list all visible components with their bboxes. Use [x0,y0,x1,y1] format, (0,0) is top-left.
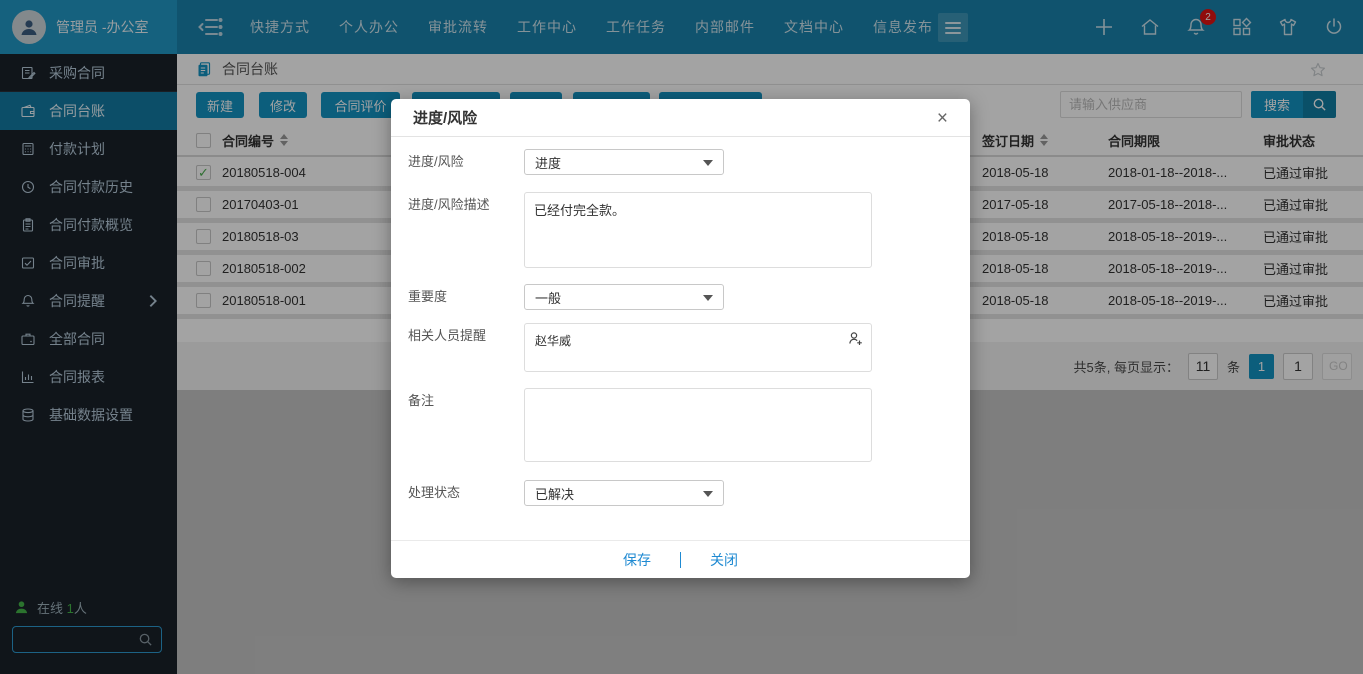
footer-divider [680,552,681,568]
type-select[interactable]: 进度 [524,149,724,175]
dialog-footer: 保存 关闭 [391,540,970,578]
importance-select-value: 一般 [535,288,561,307]
description-textarea[interactable]: 已经付完全款。 [524,192,872,268]
dialog-title: 进度/风险 [413,107,477,128]
field-label-remark: 备注 [408,388,524,462]
remark-textarea[interactable] [524,388,872,462]
status-select[interactable]: 已解决 [524,480,724,506]
type-select-value: 进度 [535,153,561,172]
field-label-description: 进度/风险描述 [408,192,524,268]
close-button[interactable]: 关闭 [710,550,738,570]
progress-risk-dialog: 进度/风险 × 进度/风险 进度 进度/风险描述 已经付完全款。 重要度 一般 [391,99,970,578]
add-person-icon[interactable] [847,330,864,347]
field-label-importance: 重要度 [408,284,524,310]
close-icon[interactable]: × [935,107,950,130]
chevron-down-icon [703,160,713,166]
app-window: 管理员 -办公室 快捷方式 个人办公 审批流转 工作中心 工作任务 内部邮件 文… [0,0,1363,674]
notify-person-value: 赵华威 [535,334,571,348]
field-label-notify: 相关人员提醒 [408,323,524,372]
dialog-body: 进度/风险 进度 进度/风险描述 已经付完全款。 重要度 一般 相关人员提醒 [391,137,970,506]
chevron-down-icon [703,491,713,497]
field-label-type: 进度/风险 [408,149,524,175]
status-select-value: 已解决 [535,484,574,503]
dialog-header: 进度/风险 × [391,99,970,137]
chevron-down-icon [703,295,713,301]
importance-select[interactable]: 一般 [524,284,724,310]
notify-person-box[interactable]: 赵华威 [524,323,872,372]
save-button[interactable]: 保存 [623,550,651,570]
field-label-status: 处理状态 [408,480,524,506]
